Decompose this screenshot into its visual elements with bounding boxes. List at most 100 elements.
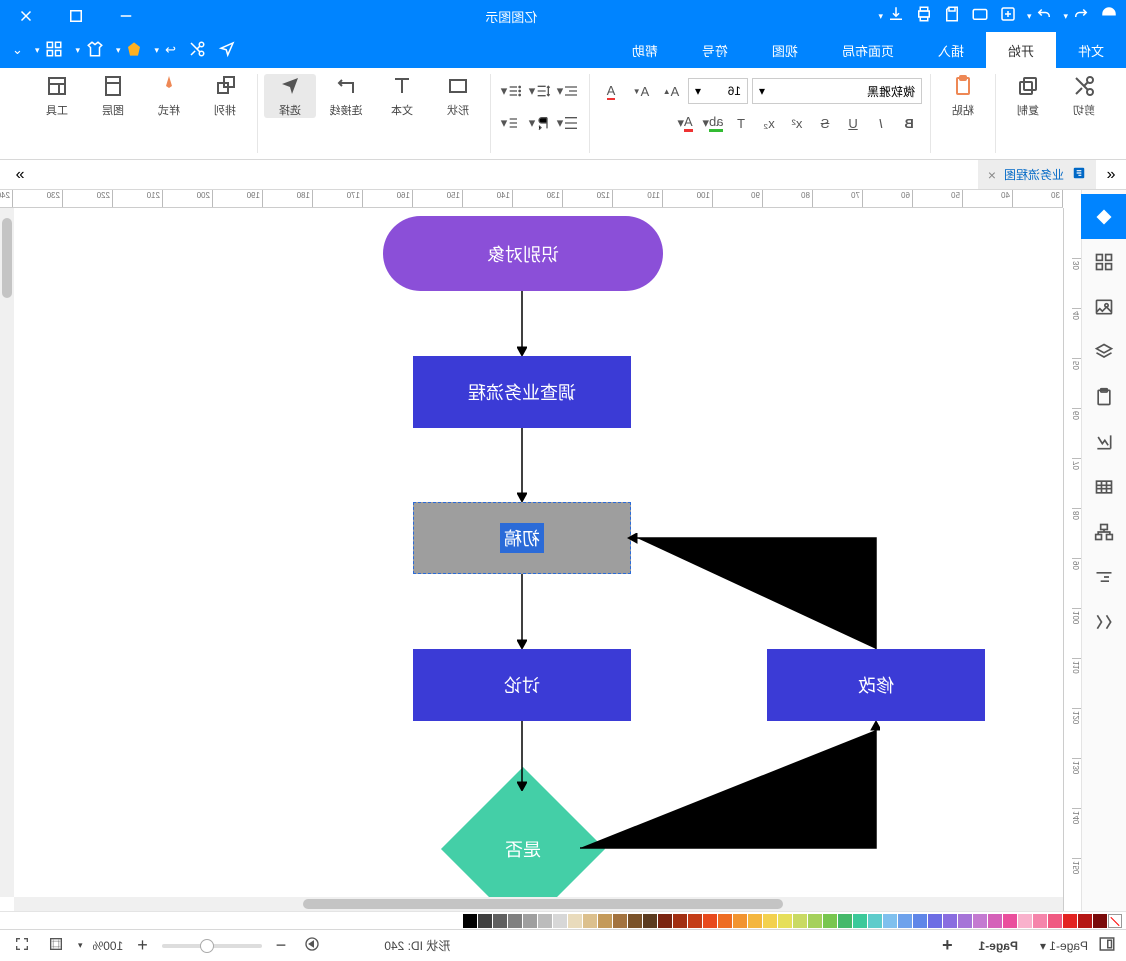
valign-button[interactable]: ▾: [555, 110, 581, 136]
italic-button[interactable]: I: [868, 110, 894, 136]
clipboard-panel-button[interactable]: [1082, 374, 1126, 419]
text-tool-button[interactable]: 文本: [376, 74, 428, 118]
shapes-panel-button[interactable]: [1082, 194, 1126, 239]
color-swatch[interactable]: [958, 914, 972, 928]
color-swatch[interactable]: [493, 914, 507, 928]
grid-quick-icon[interactable]: [45, 40, 63, 61]
export-dropdown[interactable]: ▾: [878, 11, 883, 22]
color-swatch[interactable]: [913, 914, 927, 928]
menu-tab-符号[interactable]: 符号: [680, 32, 750, 68]
menu-tab-开始[interactable]: 开始: [986, 32, 1056, 68]
font-size-select[interactable]: 16▾: [688, 78, 748, 104]
color-swatch[interactable]: [703, 914, 717, 928]
color-swatch[interactable]: [748, 914, 762, 928]
style-button[interactable]: 样式: [143, 74, 195, 118]
color-swatch[interactable]: [523, 914, 537, 928]
color-swatch[interactable]: [973, 914, 987, 928]
diamond-dropdown[interactable]: ▾: [116, 45, 121, 56]
process-shape[interactable]: 修改: [767, 649, 985, 721]
color-swatch[interactable]: [1003, 914, 1017, 928]
play-button[interactable]: [300, 936, 324, 955]
bullets-button[interactable]: ▾: [499, 78, 525, 104]
text-shadow-button[interactable]: T: [728, 110, 754, 136]
font-name-select[interactable]: 微软雅黑▾: [752, 78, 922, 104]
undo-button[interactable]: [1072, 5, 1090, 28]
color-swatch[interactable]: [853, 914, 867, 928]
color-swatch[interactable]: [1078, 914, 1092, 928]
scissors-icon[interactable]: [188, 40, 206, 61]
color-swatch[interactable]: [823, 914, 837, 928]
zoom-value[interactable]: 100%: [93, 939, 124, 953]
text-direction-button[interactable]: ▾: [527, 110, 553, 136]
maximize-button[interactable]: [58, 0, 94, 32]
selected-process-shape[interactable]: 初稿: [413, 502, 631, 574]
horizontal-scrollbar[interactable]: [14, 897, 1063, 911]
grid-dropdown[interactable]: ▾: [35, 45, 40, 56]
collapse-left-icon[interactable]: «: [1096, 160, 1126, 189]
layout-button[interactable]: 图层: [87, 74, 139, 118]
redo-dropdown[interactable]: ▾: [1027, 11, 1032, 22]
color-swatch[interactable]: [568, 914, 582, 928]
page-tab[interactable]: Page-1: [967, 936, 1030, 956]
strike-button[interactable]: S: [812, 110, 838, 136]
color-swatch[interactable]: [883, 914, 897, 928]
color-swatch[interactable]: [463, 914, 477, 928]
color-swatch[interactable]: [733, 914, 747, 928]
diamond-preset-icon[interactable]: [127, 41, 143, 60]
bold-button[interactable]: B: [896, 110, 922, 136]
paste-button[interactable]: 粘贴: [937, 74, 989, 118]
terminator-shape[interactable]: 识别对象: [383, 216, 663, 291]
arrange-button[interactable]: 排列: [199, 74, 251, 118]
collapse-right-icon[interactable]: »: [0, 160, 40, 189]
shrink-font-button[interactable]: A▼: [628, 78, 654, 104]
color-swatch[interactable]: [583, 914, 597, 928]
shirt-icon[interactable]: [86, 40, 104, 61]
color-swatch[interactable]: [508, 914, 522, 928]
zoom-out-button[interactable]: −: [272, 935, 291, 956]
add-page-button[interactable]: +: [938, 935, 957, 956]
color-swatch[interactable]: [613, 914, 627, 928]
page-selector[interactable]: Page-1 ▾: [1040, 939, 1088, 953]
color-swatch[interactable]: [988, 914, 1002, 928]
new-button[interactable]: [999, 5, 1017, 28]
color-swatch[interactable]: [553, 914, 567, 928]
undo-dropdown[interactable]: ▾: [1063, 11, 1068, 22]
chevron-down-icon[interactable]: ⌄: [12, 42, 23, 58]
color-swatch[interactable]: [1093, 914, 1107, 928]
process-shape[interactable]: 讨论: [413, 649, 631, 721]
menu-tab-文件[interactable]: 文件: [1056, 32, 1126, 68]
shape-tool-button[interactable]: 形状: [432, 74, 484, 118]
pointer-tool-icon[interactable]: [218, 40, 236, 61]
clear-format-button[interactable]: A: [598, 78, 624, 104]
color-swatch[interactable]: [628, 914, 642, 928]
copy-button[interactable]: 复制: [1002, 74, 1054, 118]
open-button[interactable]: [971, 5, 989, 28]
icons-panel-button[interactable]: [1082, 239, 1126, 284]
color-swatch[interactable]: [1048, 914, 1062, 928]
grow-font-button[interactable]: A▲: [658, 78, 684, 104]
minimize-button[interactable]: [108, 0, 144, 32]
connector-quick-dropdown[interactable]: ▾: [155, 45, 160, 56]
color-swatch[interactable]: [478, 914, 492, 928]
select-tool-button[interactable]: 选择: [264, 74, 316, 118]
color-swatch[interactable]: [598, 914, 612, 928]
connector-quick-icon[interactable]: ↪: [165, 42, 176, 58]
connector-tool-button[interactable]: 连接线: [320, 74, 372, 118]
document-tab[interactable]: 业务流程图 ×: [978, 160, 1096, 189]
chart-panel-button[interactable]: [1082, 419, 1126, 464]
underline-button[interactable]: U: [840, 110, 866, 136]
color-swatch[interactable]: [928, 914, 942, 928]
color-swatch[interactable]: [688, 914, 702, 928]
close-tab-icon[interactable]: ×: [988, 167, 996, 183]
cut-button[interactable]: 剪切: [1058, 74, 1110, 118]
align-left-button[interactable]: ▾: [555, 78, 581, 104]
menu-tab-页面布局[interactable]: 页面布局: [820, 32, 916, 68]
org-panel-button[interactable]: [1082, 509, 1126, 554]
tools-button[interactable]: 工具: [31, 74, 83, 118]
superscript-button[interactable]: x²: [784, 110, 810, 136]
highlight-button[interactable]: ab▾: [700, 110, 726, 136]
color-swatch[interactable]: [763, 914, 777, 928]
color-swatch[interactable]: [838, 914, 852, 928]
color-swatch[interactable]: [868, 914, 882, 928]
menu-tab-帮助[interactable]: 帮助: [610, 32, 680, 68]
